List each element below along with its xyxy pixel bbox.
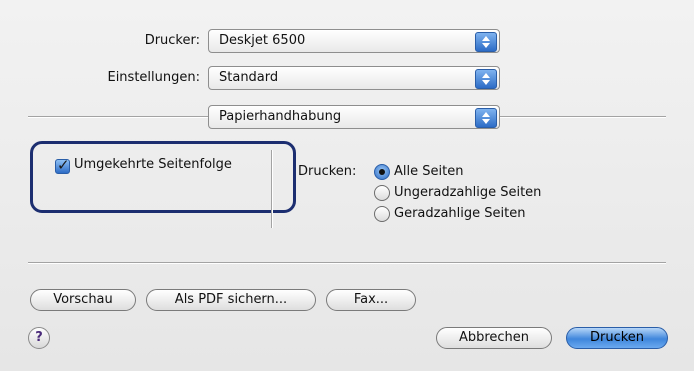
printer-label: Drucker: <box>144 33 200 48</box>
presets-popup[interactable]: Standard <box>208 66 500 90</box>
radio-even-pages[interactable] <box>374 206 390 222</box>
popup-arrows-icon <box>475 69 497 89</box>
save-pdf-button[interactable]: Als PDF sichern... <box>146 289 316 311</box>
bottom-separator <box>28 262 666 264</box>
radio-odd-pages[interactable] <box>374 185 390 201</box>
radio-all-pages-label[interactable]: Alle Seiten <box>394 164 463 179</box>
reverse-order-checkbox[interactable]: ✓ <box>55 156 70 174</box>
radio-all-pages[interactable] <box>374 164 390 180</box>
radio-dot-icon <box>379 169 385 175</box>
help-button[interactable]: ? <box>28 327 50 349</box>
popup-arrows-icon <box>475 32 497 52</box>
printer-value: Deskjet 6500 <box>219 33 306 48</box>
panel-value: Papierhandhabung <box>219 109 342 124</box>
separator-left <box>28 116 208 118</box>
fax-button[interactable]: Fax... <box>326 289 416 311</box>
printer-popup[interactable]: Deskjet 6500 <box>208 29 500 53</box>
radio-odd-pages-label[interactable]: Ungeradzahlige Seiten <box>394 185 541 200</box>
checkmark-icon: ✓ <box>57 156 70 174</box>
preview-button[interactable]: Vorschau <box>30 289 136 311</box>
reverse-order-label[interactable]: Umgekehrte Seitenfolge <box>74 157 232 172</box>
cancel-button[interactable]: Abbrechen <box>436 327 552 349</box>
print-button[interactable]: Drucken <box>566 327 668 349</box>
print-dialog: Drucker: Deskjet 6500 Einstellungen: Sta… <box>0 0 694 371</box>
vertical-divider <box>271 150 273 228</box>
presets-label: Einstellungen: <box>107 70 200 85</box>
presets-value: Standard <box>219 70 279 85</box>
panel-popup[interactable]: Papierhandhabung <box>208 105 500 129</box>
radio-even-pages-label[interactable]: Geradzahlige Seiten <box>394 206 525 221</box>
print-pages-label: Drucken: <box>298 164 357 179</box>
separator-right <box>500 116 666 118</box>
highlight-box <box>30 141 296 213</box>
popup-arrows-icon <box>475 108 497 128</box>
